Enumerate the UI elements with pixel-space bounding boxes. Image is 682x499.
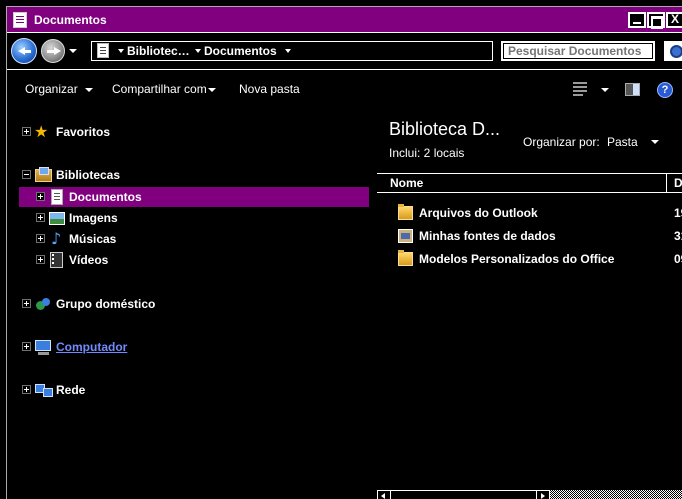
sidebar-item-label: Imagens xyxy=(69,211,118,225)
sidebar-item-label: Grupo doméstico xyxy=(56,297,156,311)
view-chevron-down-icon[interactable] xyxy=(601,88,609,92)
sidebar-item-images[interactable]: Imagens xyxy=(7,210,207,228)
expand-icon[interactable] xyxy=(22,385,31,394)
minimize-button[interactable] xyxy=(628,12,646,28)
computer-icon xyxy=(35,340,51,355)
column-header: Nome Da xyxy=(377,173,682,193)
sidebar-item-label: Músicas xyxy=(69,232,117,246)
file-date: 31 xyxy=(674,229,682,243)
documents-app-icon xyxy=(13,12,27,28)
file-name: Arquivos do Outlook xyxy=(419,206,538,220)
expand-icon[interactable] xyxy=(22,342,31,351)
sidebar-item-libraries[interactable]: Bibliotecas xyxy=(7,167,207,185)
navigation-pane: ★ Favoritos Bibliotecas Documentos Image… xyxy=(7,107,369,499)
expand-icon[interactable] xyxy=(36,234,45,243)
library-title: Biblioteca D... xyxy=(389,119,501,139)
document-icon xyxy=(97,43,109,58)
close-button[interactable]: X xyxy=(666,12,682,28)
star-icon: ★ xyxy=(34,122,49,141)
arrange-by-dropdown[interactable]: Pasta xyxy=(607,135,638,149)
scroll-left-arrow-icon[interactable] xyxy=(377,490,391,499)
expand-icon[interactable] xyxy=(22,299,31,308)
image-icon xyxy=(49,212,65,225)
scrollbar-thumb[interactable] xyxy=(391,490,536,499)
forward-button[interactable] xyxy=(41,39,65,63)
explorer-window: Documentos X Bibliotec… Documentos Organ… xyxy=(6,6,682,499)
file-name: Modelos Personalizados do Office xyxy=(419,252,615,266)
data-source-icon xyxy=(398,229,413,243)
organize-button[interactable]: Organizar xyxy=(25,82,78,96)
folder-icon xyxy=(398,204,413,220)
library-locations-link[interactable]: Inclui: 2 locais xyxy=(389,146,464,160)
sidebar-item-label: Rede xyxy=(56,383,86,397)
network-icon xyxy=(35,382,53,398)
chevron-down-icon xyxy=(85,88,93,92)
address-bar[interactable]: Bibliotec… Documentos xyxy=(91,41,574,61)
file-row[interactable]: Modelos Personalizados do Office 09 xyxy=(377,249,682,270)
sidebar-item-videos[interactable]: Vídeos xyxy=(7,252,207,270)
window-title: Documentos xyxy=(34,13,107,27)
sidebar-item-network[interactable]: Rede xyxy=(7,382,207,400)
expand-icon[interactable] xyxy=(36,255,45,264)
sidebar-item-label: Favoritos xyxy=(56,125,111,139)
search-input[interactable] xyxy=(503,43,653,59)
horizontal-scrollbar[interactable] xyxy=(377,490,682,499)
collapse-icon[interactable] xyxy=(22,170,31,179)
sidebar-item-label: Bibliotecas xyxy=(56,168,121,182)
folder-icon xyxy=(398,250,413,266)
help-icon[interactable]: ? xyxy=(657,82,673,98)
chevron-down-icon[interactable] xyxy=(651,140,659,144)
file-row[interactable]: Arquivos do Outlook 19 xyxy=(377,203,682,224)
sidebar-item-documents[interactable]: Documentos xyxy=(19,187,369,207)
view-options-icon[interactable] xyxy=(573,81,587,96)
scrollbar-track[interactable] xyxy=(550,490,682,499)
scroll-right-arrow-icon[interactable] xyxy=(536,490,550,499)
video-film-icon xyxy=(50,252,63,268)
new-folder-button[interactable]: Nova pasta xyxy=(239,82,300,96)
arrange-by-label: Organizar por: xyxy=(523,135,600,149)
file-date: 09 xyxy=(674,252,682,266)
expand-icon[interactable] xyxy=(36,213,45,222)
title-bar: Documentos X xyxy=(7,7,682,33)
chevron-down-icon xyxy=(208,88,216,92)
back-button[interactable] xyxy=(11,38,37,64)
homegroup-icon xyxy=(35,296,52,312)
share-with-button[interactable]: Compartilhar com xyxy=(112,82,207,96)
content-pane: Biblioteca D... Inclui: 2 locais Organiz… xyxy=(370,107,682,499)
chevron-down-icon[interactable] xyxy=(118,49,124,53)
search-box[interactable] xyxy=(501,41,655,61)
breadcrumb-libraries[interactable]: Bibliotec… xyxy=(127,44,190,58)
file-date: 19 xyxy=(674,206,682,220)
sidebar-item-label: Documentos xyxy=(69,190,142,204)
command-bar: Organizar Compartilhar com Nova pasta ? xyxy=(7,71,682,107)
breadcrumb-documents[interactable]: Documentos xyxy=(204,44,277,58)
sidebar-item-computer[interactable]: Computador xyxy=(7,339,207,357)
chevron-down-icon[interactable] xyxy=(195,49,201,53)
column-header-date[interactable]: Da xyxy=(674,174,682,192)
libraries-icon xyxy=(35,167,52,182)
music-note-icon: ♪ xyxy=(51,229,62,248)
file-row[interactable]: Minhas fontes de dados 31 xyxy=(377,226,682,247)
sidebar-item-label: Vídeos xyxy=(69,253,109,267)
document-icon xyxy=(51,189,63,205)
maximize-button[interactable] xyxy=(647,12,665,29)
expand-icon[interactable] xyxy=(36,192,45,201)
sidebar-item-music[interactable]: ♪ Músicas xyxy=(7,231,207,249)
sidebar-item-homegroup[interactable]: Grupo doméstico xyxy=(7,296,207,314)
expand-icon[interactable] xyxy=(22,127,31,136)
file-name: Minhas fontes de dados xyxy=(419,229,556,243)
recent-pages-chevron-icon[interactable] xyxy=(69,49,77,53)
sidebar-item-favorites[interactable]: ★ Favoritos xyxy=(7,124,207,142)
sidebar-item-label: Computador xyxy=(56,340,128,354)
chevron-down-icon[interactable] xyxy=(285,49,291,53)
address-row: Bibliotec… Documentos xyxy=(7,34,682,70)
column-header-name[interactable]: Nome xyxy=(377,174,667,192)
preview-pane-icon[interactable] xyxy=(625,83,640,96)
search-icon[interactable] xyxy=(664,41,682,61)
